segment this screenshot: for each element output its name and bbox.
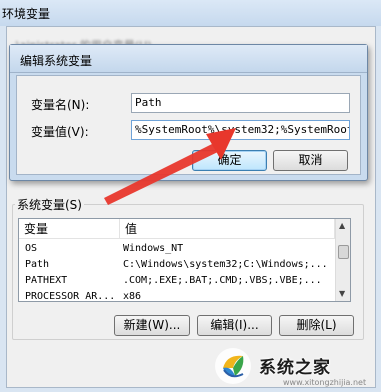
- column-header-variable[interactable]: 变量: [19, 219, 120, 239]
- watermark: 系统之家 www.xitongzhijia.net: [208, 342, 381, 392]
- scroll-down-arrow-icon[interactable]: ▼: [339, 289, 345, 298]
- row-variable-value: .COM;.EXE;.BAT;.CMD;.VBS;.VBE;...: [123, 275, 322, 286]
- table-row[interactable]: PROCESSOR_AR... x86: [19, 289, 335, 302]
- dialog-title: 编辑系统变量: [20, 54, 93, 68]
- watermark-url: www.xitongzhijia.net: [283, 378, 367, 387]
- row-variable-name: PATHEXT: [25, 275, 68, 286]
- row-variable-name: OS: [25, 243, 38, 254]
- watermark-text: 系统之家: [259, 358, 331, 378]
- variable-value-input[interactable]: %SystemRoot%\system32;%SystemRoot%;%: [131, 120, 350, 140]
- scroll-up-arrow-icon[interactable]: ▲: [339, 221, 345, 230]
- outer-window-title: 环境变量: [2, 7, 51, 21]
- outer-titlebar[interactable]: 环境变量: [0, 0, 381, 26]
- system-variables-list[interactable]: 变量 值 OS Windows_NT Path C:\Windows\syste…: [18, 218, 351, 302]
- column-header-value[interactable]: 值: [120, 219, 335, 239]
- ok-button[interactable]: 确定: [192, 150, 267, 171]
- delete-button[interactable]: 删除(L): [279, 315, 354, 336]
- dialog-titlebar[interactable]: 编辑系统变量: [10, 45, 367, 73]
- row-variable-value: C:\Windows\system32;C:\Windows;...: [123, 259, 328, 270]
- variable-name-input[interactable]: Path: [131, 93, 350, 113]
- new-button[interactable]: 新建(W)...: [114, 315, 190, 336]
- row-variable-name: Path: [25, 259, 50, 270]
- scrollbar-thumb[interactable]: [338, 245, 349, 259]
- table-row[interactable]: Path C:\Windows\system32;C:\Windows;...: [19, 257, 335, 273]
- table-row[interactable]: OS Windows_NT: [19, 241, 335, 257]
- system-variables-label: 系统变量(S): [15, 196, 84, 213]
- variable-name-label: 变量名(N):: [31, 98, 90, 112]
- list-vertical-scrollbar[interactable]: ▲ ▼: [335, 219, 350, 301]
- edit-button[interactable]: 编辑(I)...: [197, 315, 272, 336]
- row-variable-value: x86: [123, 291, 142, 302]
- variable-value-label: 变量值(V):: [31, 125, 89, 139]
- cancel-button[interactable]: 取消: [273, 150, 348, 171]
- table-row[interactable]: PATHEXT .COM;.EXE;.BAT;.CMD;.VBS;.VBE;..…: [19, 273, 335, 289]
- edit-system-variable-dialog: 编辑系统变量 变量名(N): Path 变量值(V): %SystemRoot%…: [9, 44, 368, 181]
- row-variable-value: Windows_NT: [123, 243, 184, 254]
- row-variable-name: PROCESSOR_AR...: [25, 291, 116, 302]
- windows-logo-icon: [215, 348, 251, 384]
